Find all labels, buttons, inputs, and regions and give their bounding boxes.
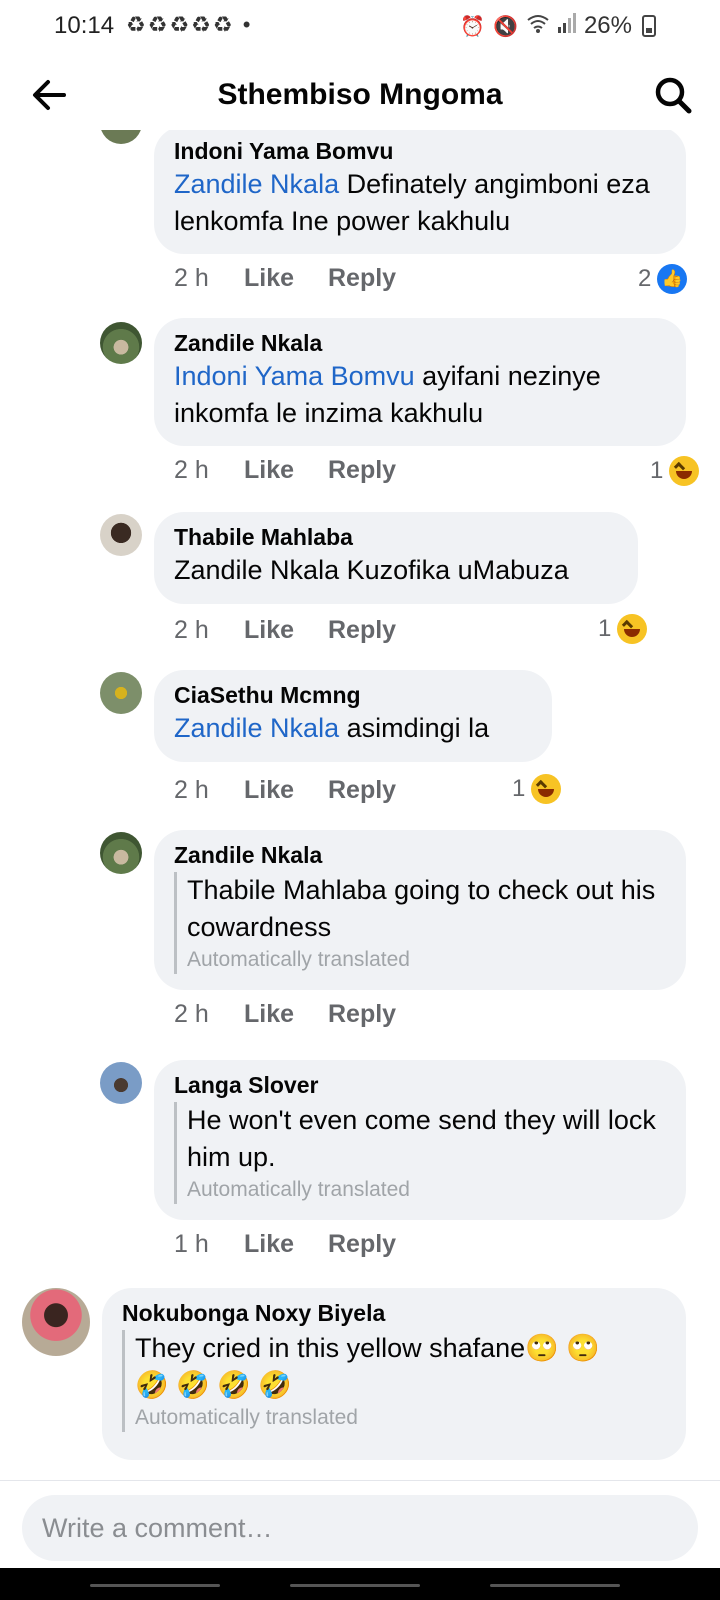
comment-bubble[interactable]: Zandile Nkala Indoni Yama Bomvu ayifani … xyxy=(154,318,686,446)
haha-reaction-icon xyxy=(531,774,562,804)
reply-button[interactable]: Reply xyxy=(328,776,396,805)
comment-item: CiaSethu Mcmng Zandile Nkala asimdingi l… xyxy=(0,670,720,820)
avatar[interactable] xyxy=(100,130,142,144)
like-button[interactable]: Like xyxy=(244,616,328,645)
like-reaction-icon: 👍 xyxy=(657,264,688,294)
comment-item: Indoni Yama Bomvu Zandile Nkala Definate… xyxy=(0,130,720,300)
comment-input[interactable] xyxy=(22,1495,698,1561)
search-icon xyxy=(655,77,692,114)
like-button[interactable]: Like xyxy=(244,1230,328,1259)
alarm-icon: ⏰ xyxy=(460,15,486,38)
reply-button[interactable]: Reply xyxy=(328,1000,396,1029)
comment-author[interactable]: Zandile Nkala xyxy=(174,328,666,358)
comment-text-emojis: 🤣 🤣 🤣 🤣 xyxy=(135,1370,292,1400)
translated-note[interactable]: Automatically translated xyxy=(187,946,666,974)
comment-composer xyxy=(0,1480,720,1564)
comment-item: Zandile Nkala Indoni Yama Bomvu ayifani … xyxy=(0,316,720,496)
comment-text: They cried in this yellow shafane🙄 🙄 xyxy=(135,1333,600,1363)
comment-text: Zandile Nkala Definately angimboni eza l… xyxy=(174,169,650,236)
translated-block: They cried in this yellow shafane🙄 🙄 🤣 🤣… xyxy=(122,1330,666,1432)
search-button[interactable] xyxy=(652,74,694,116)
reaction-count[interactable]: 1 xyxy=(598,614,648,644)
wifi-icon xyxy=(526,13,550,39)
comment-actions: 2 h Like Reply xyxy=(174,264,396,293)
comments-list: Indoni Yama Bomvu Zandile Nkala Definate… xyxy=(0,130,720,1480)
comment-actions: 2 h Like Reply xyxy=(174,616,396,645)
comment-bubble[interactable]: Langa Slover He won't even come send the… xyxy=(154,1060,686,1220)
status-indicators: ⏰ 🔇 26% xyxy=(460,12,656,40)
comment-author[interactable]: Thabile Mahlaba xyxy=(174,522,618,552)
comment-text: Indoni Yama Bomvu ayifani nezinye inkomf… xyxy=(174,361,601,428)
reply-button[interactable]: Reply xyxy=(328,616,396,645)
like-button[interactable]: Like xyxy=(244,456,328,485)
comment-actions: 1 h Like Reply xyxy=(174,1230,396,1259)
mention-link[interactable]: Zandile Nkala xyxy=(174,713,339,743)
comment-time[interactable]: 2 h xyxy=(174,616,244,645)
mention-link[interactable]: Indoni Yama Bomvu xyxy=(174,361,415,391)
reaction-count[interactable]: 1 xyxy=(650,456,700,486)
nav-home-button[interactable] xyxy=(290,1584,420,1587)
comment-time[interactable]: 2 h xyxy=(174,264,244,293)
comment-time[interactable]: 1 h xyxy=(174,1230,244,1259)
battery-percent: 26% xyxy=(583,12,632,39)
status-time: 10:14 xyxy=(54,12,115,39)
like-button[interactable]: Like xyxy=(244,1000,328,1029)
comment-item: Zandile Nkala Thabile Mahlaba going to c… xyxy=(0,830,720,1050)
comment-text: He won't even come send they will lock h… xyxy=(187,1105,656,1172)
comment-bubble[interactable]: CiaSethu Mcmng Zandile Nkala asimdingi l… xyxy=(154,670,552,762)
comment-time[interactable]: 2 h xyxy=(174,776,244,805)
status-bar: 10:14 ♻♻♻♻♻ • ⏰ 🔇 26% xyxy=(0,0,720,52)
reaction-count[interactable]: 1 xyxy=(512,774,562,804)
avatar[interactable] xyxy=(100,1062,142,1104)
reply-button[interactable]: Reply xyxy=(328,1230,396,1259)
reply-button[interactable]: Reply xyxy=(328,456,396,485)
mute-icon: 🔇 xyxy=(493,15,518,38)
notification-icons: ♻♻♻♻♻ • xyxy=(126,12,253,37)
comment-time[interactable]: 2 h xyxy=(174,1000,244,1029)
translated-block: Thabile Mahlaba going to check out his c… xyxy=(174,872,666,974)
signal-icon xyxy=(557,13,576,39)
like-button[interactable]: Like xyxy=(244,776,328,805)
comment-text: Zandile Nkala asimdingi la xyxy=(174,713,490,743)
comment-actions: 2 h Like Reply xyxy=(174,456,396,485)
comment-author[interactable]: Langa Slover xyxy=(174,1070,666,1100)
avatar[interactable] xyxy=(100,672,142,714)
like-button[interactable]: Like xyxy=(244,264,328,293)
comment-time[interactable]: 2 h xyxy=(174,456,244,485)
nav-back-button[interactable] xyxy=(490,1584,620,1587)
avatar[interactable] xyxy=(100,832,142,874)
avatar[interactable] xyxy=(100,322,142,364)
comment-bubble[interactable]: Zandile Nkala Thabile Mahlaba going to c… xyxy=(154,830,686,990)
comment-text: Thabile Mahlaba going to check out his c… xyxy=(187,875,656,942)
translated-note[interactable]: Automatically translated xyxy=(187,1176,666,1204)
translated-note[interactable]: Automatically translated xyxy=(135,1404,666,1432)
battery-icon xyxy=(642,15,656,37)
haha-reaction-icon xyxy=(669,456,700,486)
translated-block: He won't even come send they will lock h… xyxy=(174,1102,666,1204)
comment-actions: 2 h Like Reply xyxy=(174,776,396,805)
comment-bubble[interactable]: Indoni Yama Bomvu Zandile Nkala Definate… xyxy=(154,130,686,254)
avatar[interactable] xyxy=(22,1288,90,1356)
reaction-count[interactable]: 2 👍 xyxy=(638,264,688,294)
system-nav-bar xyxy=(0,1568,720,1600)
mention-link[interactable]: Zandile Nkala xyxy=(174,169,339,199)
haha-reaction-icon xyxy=(617,614,648,644)
comment-author[interactable]: Zandile Nkala xyxy=(174,840,666,870)
comment-actions: 2 h Like Reply xyxy=(174,1000,396,1029)
comment-author[interactable]: Indoni Yama Bomvu xyxy=(174,136,666,166)
app-header: Sthembiso Mngoma xyxy=(0,60,720,130)
comment-bubble[interactable]: Thabile Mahlaba Zandile Nkala Kuzofika u… xyxy=(154,512,638,604)
comment-item: Thabile Mahlaba Zandile Nkala Kuzofika u… xyxy=(0,512,720,662)
comment-item: Langa Slover He won't even come send the… xyxy=(0,1060,720,1280)
comment-text: Zandile Nkala Kuzofika uMabuza xyxy=(174,555,569,585)
comment-bubble[interactable]: Nokubonga Noxy Biyela They cried in this… xyxy=(102,1288,686,1460)
reply-button[interactable]: Reply xyxy=(328,264,396,293)
comment-author[interactable]: Nokubonga Noxy Biyela xyxy=(122,1298,666,1328)
nav-recents-button[interactable] xyxy=(90,1584,220,1587)
avatar[interactable] xyxy=(100,514,142,556)
comment-author[interactable]: CiaSethu Mcmng xyxy=(174,680,532,710)
page-title: Sthembiso Mngoma xyxy=(217,78,503,111)
comment-item: Nokubonga Noxy Biyela They cried in this… xyxy=(0,1288,720,1480)
